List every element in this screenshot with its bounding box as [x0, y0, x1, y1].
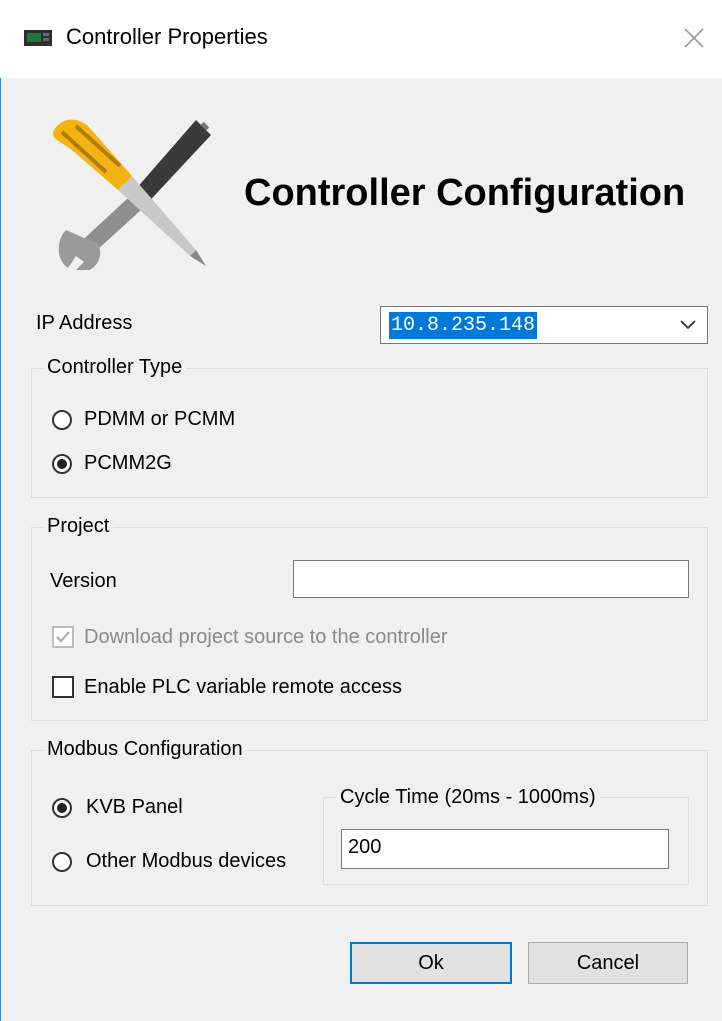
cancel-button[interactable]: Cancel	[528, 942, 688, 984]
checkmark-icon	[56, 631, 70, 643]
download-source-label: Download project source to the controlle…	[84, 626, 448, 648]
window-border	[0, 78, 1, 1021]
version-field[interactable]	[293, 560, 689, 598]
close-icon[interactable]	[676, 20, 712, 56]
remote-access-label[interactable]: Enable PLC variable remote access	[84, 676, 402, 699]
window-title: Controller Properties	[66, 24, 268, 49]
controller-icon	[24, 30, 52, 46]
page-title: Controller Configuration	[244, 172, 686, 214]
radio-kvb-panel[interactable]	[52, 798, 72, 818]
radio-other-modbus-label[interactable]: Other Modbus devices	[86, 850, 286, 873]
ip-address-combo[interactable]: 10.8.235.148	[380, 306, 708, 344]
version-label: Version	[50, 570, 117, 592]
chevron-down-icon[interactable]	[679, 317, 697, 333]
radio-pdmm-pcmm-label[interactable]: PDMM or PCMM	[84, 408, 235, 431]
cycle-time-field[interactable]: 200	[341, 829, 669, 869]
download-source-checkbox	[52, 626, 74, 648]
controller-type-title: Controller Type	[43, 356, 187, 379]
radio-pcmm2g[interactable]	[52, 454, 72, 474]
ip-address-value: 10.8.235.148	[389, 312, 538, 339]
controller-type-group	[31, 368, 708, 498]
screwdriver-wrench-icon	[52, 119, 211, 270]
title-bar: Controller Properties	[0, 0, 722, 78]
ok-button[interactable]: Ok	[350, 942, 512, 984]
radio-pdmm-pcmm[interactable]	[52, 410, 72, 430]
radio-other-modbus[interactable]	[52, 852, 72, 872]
radio-pcmm2g-label[interactable]: PCMM2G	[84, 452, 172, 475]
radio-kvb-panel-label[interactable]: KVB Panel	[86, 796, 183, 819]
modbus-title: Modbus Configuration	[43, 738, 247, 761]
project-title: Project	[43, 515, 114, 538]
remote-access-checkbox[interactable]	[52, 676, 74, 698]
ip-address-label: IP Address	[36, 312, 133, 334]
cycle-time-title: Cycle Time (20ms - 1000ms)	[336, 786, 600, 809]
